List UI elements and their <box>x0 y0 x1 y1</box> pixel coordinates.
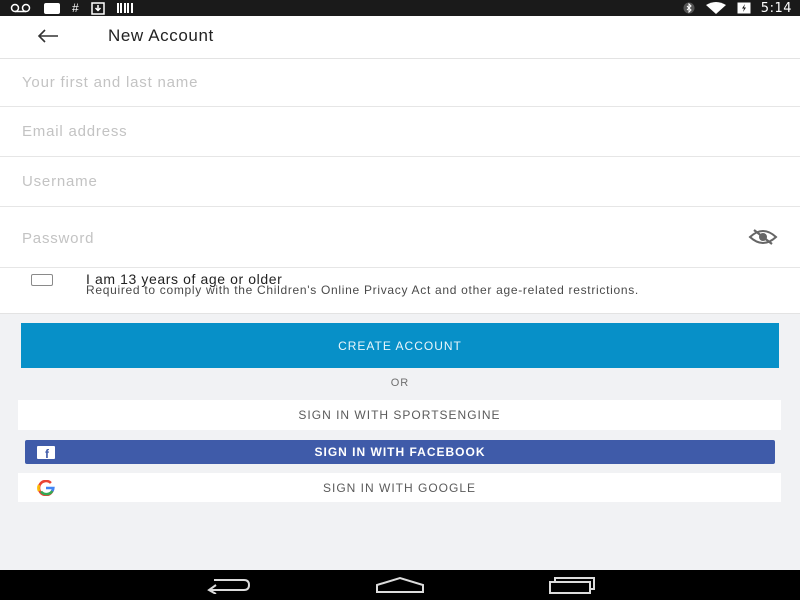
age-consent-help: Required to comply with the Children's O… <box>86 283 639 297</box>
name-field-row <box>0 59 800 107</box>
page-title: New Account <box>108 26 214 45</box>
system-nav-bar <box>0 570 800 600</box>
download-icon <box>90 1 105 15</box>
signup-form: I am 13 years of age or older Required t… <box>0 58 800 314</box>
name-input[interactable] <box>0 59 700 106</box>
username-input[interactable] <box>0 157 700 206</box>
password-field-row <box>0 207 800 268</box>
email-input[interactable] <box>0 107 700 156</box>
bluetooth-icon <box>683 2 695 14</box>
wifi-icon <box>705 2 726 14</box>
google-signin-label: SIGN IN WITH GOOGLE <box>322 480 476 495</box>
age-checkbox[interactable] <box>31 274 53 286</box>
facebook-signin-label: SIGN IN WITH FACEBOOK <box>314 445 486 459</box>
message-icon <box>44 2 60 14</box>
or-divider: OR <box>390 377 410 389</box>
system-icons: 5:14 <box>683 0 792 16</box>
battery-icon <box>737 2 751 14</box>
username-field-row <box>0 157 800 207</box>
home-icon[interactable] <box>375 576 425 594</box>
create-account-button[interactable]: CREATE ACCOUNT <box>21 323 779 368</box>
app-bar: New Account <box>0 16 800 58</box>
notification-icons: # <box>10 1 133 15</box>
email-field-row <box>0 107 800 157</box>
hash-icon: # <box>72 1 79 15</box>
google-icon <box>37 480 55 496</box>
clock: 5:14 <box>760 0 792 16</box>
recent-apps-icon[interactable] <box>548 576 596 594</box>
barcode-icon <box>116 3 133 13</box>
facebook-signin-button[interactable]: f SIGN IN WITH FACEBOOK <box>25 440 775 464</box>
sportsengine-signin-button[interactable]: SIGN IN WITH SPORTSENGINE <box>18 400 781 430</box>
arrow-left-icon[interactable] <box>36 26 60 46</box>
voicemail-icon <box>10 3 31 13</box>
back-icon[interactable] <box>204 576 252 594</box>
password-input[interactable] <box>0 207 700 267</box>
facebook-icon: f <box>37 446 55 461</box>
eye-off-icon[interactable] <box>748 228 778 246</box>
age-consent-row: I am 13 years of age or older Required t… <box>0 268 800 315</box>
status-bar: # 5:14 <box>0 0 800 16</box>
sportsengine-signin-label: SIGN IN WITH SPORTSENGINE <box>298 408 501 422</box>
google-signin-button[interactable]: SIGN IN WITH GOOGLE <box>18 473 781 502</box>
